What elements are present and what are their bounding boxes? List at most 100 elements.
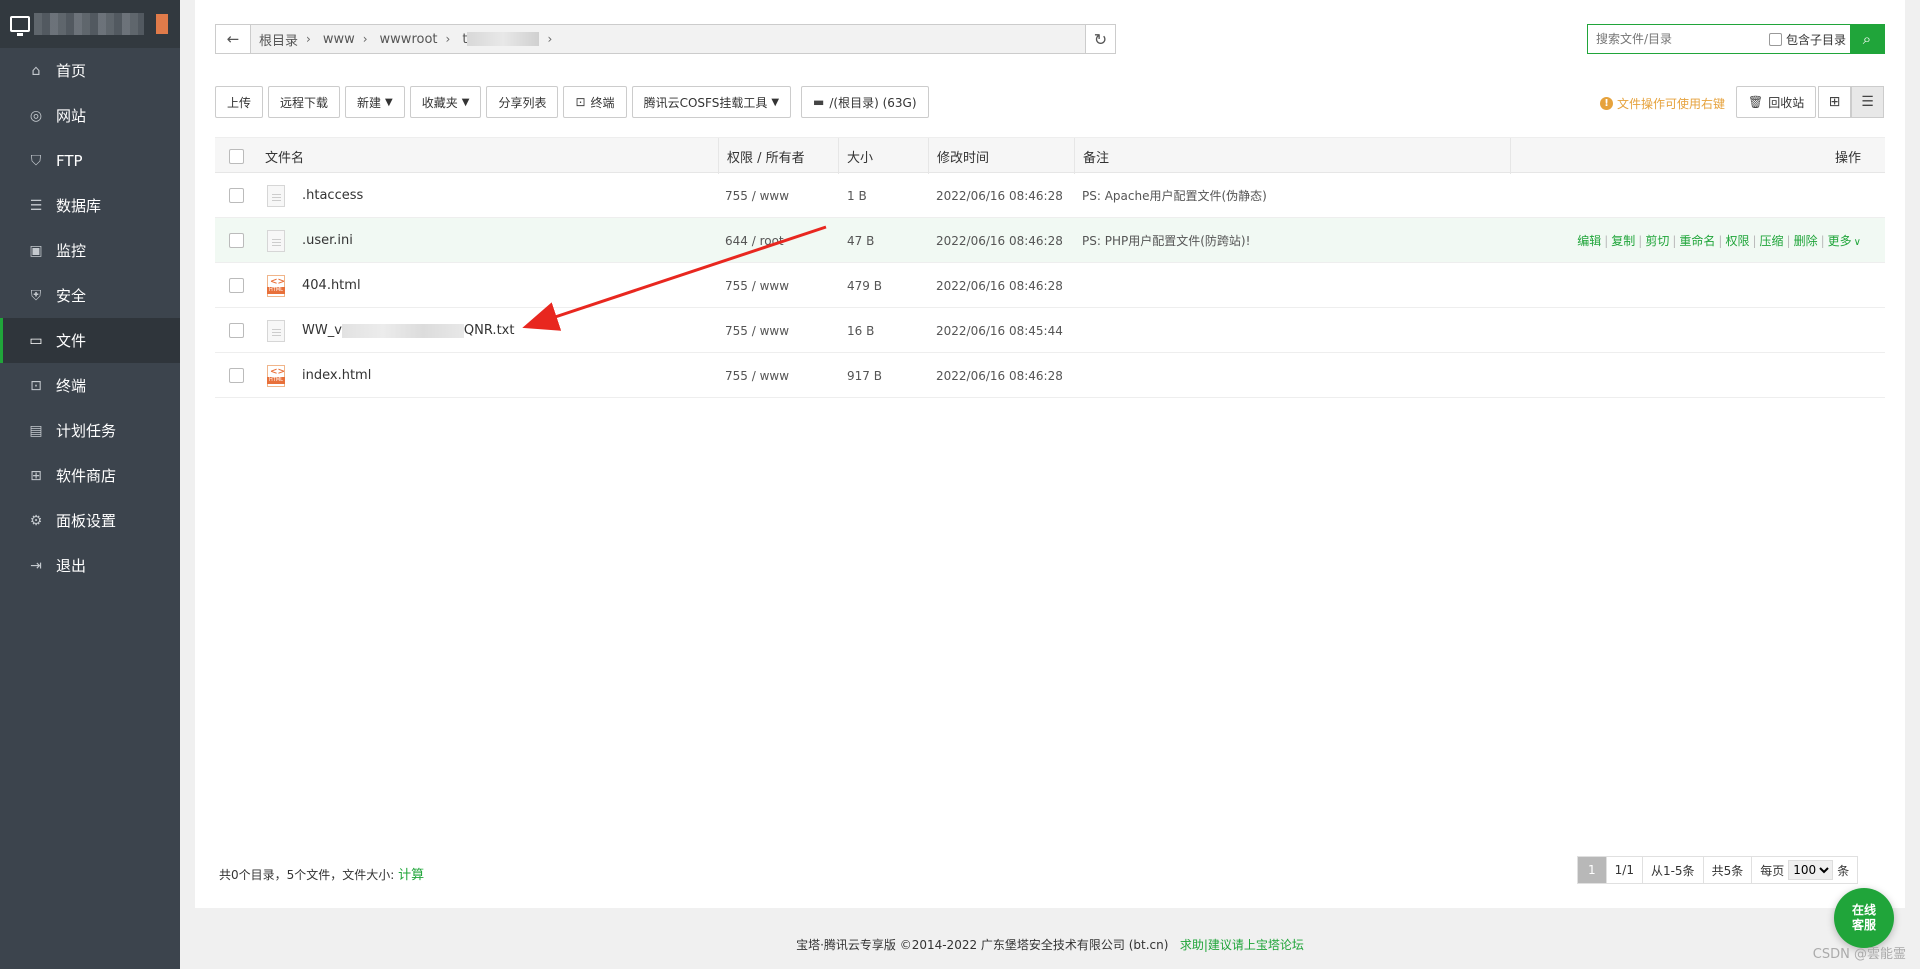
compress-link[interactable]: 压缩 [1760, 232, 1784, 249]
row-checkbox[interactable] [229, 278, 244, 293]
disk-button[interactable]: ▬/(根目录) (63G) [801, 86, 929, 118]
header-permission[interactable]: 权限 / 所有者 [718, 138, 805, 174]
disk-icon: ▬ [813, 95, 825, 109]
file-permission[interactable]: 755 / www [725, 308, 789, 353]
html-file-icon: <> HTML [267, 364, 285, 387]
row-checkbox[interactable] [229, 233, 244, 248]
edit-link[interactable]: 编辑 [1577, 232, 1601, 249]
file-permission[interactable]: 755 / www [725, 263, 789, 308]
file-size: 47 B [847, 233, 875, 248]
sidebar-item-ftp[interactable]: ⛉ FTP [0, 138, 180, 183]
file-permission[interactable]: 644 / root [725, 218, 784, 263]
grid-view-button[interactable]: ⊞ [1818, 86, 1851, 118]
forum-link[interactable]: 求助|建议请上宝塔论坛 [1180, 938, 1304, 952]
file-name[interactable]: index.html [302, 353, 371, 398]
file-name-redacted [341, 323, 464, 338]
row-checkbox[interactable] [229, 188, 244, 203]
file-remark[interactable]: PS: Apache用户配置文件(伪静态) [1082, 173, 1267, 218]
upload-button[interactable]: 上传 [215, 86, 264, 118]
path-bar: ← 根目录 › www › wwwroot › t › ↻ [215, 24, 1116, 54]
search-input[interactable] [1588, 25, 1769, 53]
refresh-button[interactable]: ↻ [1086, 24, 1116, 54]
sidebar-item-security[interactable]: ⛨ 安全 [0, 273, 180, 318]
sidebar-item-files[interactable]: ▭ 文件 [0, 318, 180, 363]
header-mtime[interactable]: 修改时间 [928, 138, 989, 174]
page-current[interactable]: 1 [1577, 856, 1607, 884]
file-manager-panel: ← 根目录› www› wwwroot› t› ↻ 包含子目录 ⌕ 上传 远程下… [195, 0, 1905, 908]
file-permission[interactable]: 755 / www [725, 173, 789, 218]
sidebar-item-terminal[interactable]: ⊡ 终端 [0, 363, 180, 408]
cosfs-dropdown[interactable]: 腾讯云COSFS挂载工具 ▼ [631, 86, 792, 118]
file-permission[interactable]: 755 / www [725, 353, 789, 398]
ftp-icon: ⛉ [30, 152, 42, 169]
rename-link[interactable]: 重命名 [1679, 232, 1715, 249]
html-file-icon: <> HTML [267, 274, 285, 297]
search-button[interactable]: ⌕ [1850, 25, 1884, 53]
sidebar-item-monitor[interactable]: ▣ 监控 [0, 228, 180, 273]
sidebar-item-settings[interactable]: ⚙ 面板设置 [0, 498, 180, 543]
page-footer: 宝塔·腾讯云专享版 ©2014-2022 广东堡塔安全技术有限公司 (bt.cn… [180, 908, 1920, 969]
file-size: 1 B [847, 188, 867, 203]
table-row[interactable]: .user.ini 644 / root 47 B 2022/06/16 08:… [215, 218, 1885, 263]
list-view-button[interactable]: ☰ [1851, 86, 1884, 118]
arrow-left-icon: ← [226, 30, 240, 48]
table-header: 文件名 权限 / 所有者 大小 修改时间 备注 操作 [215, 137, 1885, 174]
include-subdir-checkbox[interactable]: 包含子目录 [1768, 25, 1850, 53]
favorites-dropdown[interactable]: 收藏夹 ▼ [409, 86, 482, 118]
back-button[interactable]: ← [215, 24, 251, 54]
table-row[interactable]: WW_v QNR.txt 755 / www 16 B 2022/06/16 08… [215, 308, 1885, 353]
select-all-cell [229, 138, 244, 174]
new-dropdown[interactable]: 新建 ▼ [345, 86, 405, 118]
sidebar-item-home[interactable]: ⌂ 首页 [0, 48, 180, 93]
row-checkbox[interactable] [229, 368, 244, 383]
sidebar-item-cron[interactable]: ▤ 计划任务 [0, 408, 180, 453]
server-name-redacted [34, 13, 144, 35]
share-list-button[interactable]: 分享列表 [486, 86, 559, 118]
trash-icon: 🗑 [1748, 95, 1764, 109]
sidebar-item-store[interactable]: ⊞ 软件商店 [0, 453, 180, 498]
pagination: 1 1/1 从1-5条 共5条 每页 100 条 [1577, 856, 1859, 884]
select-all-checkbox[interactable] [229, 148, 244, 164]
sidebar-item-website[interactable]: ◎ 网站 [0, 93, 180, 138]
file-remark[interactable]: PS: PHP用户配置文件(防跨站)! [1082, 218, 1250, 263]
breadcrumb-item-root[interactable]: 根目录 [259, 30, 298, 49]
header-divider [1510, 138, 1511, 174]
header-size[interactable]: 大小 [838, 138, 873, 174]
search-box: 包含子目录 ⌕ [1587, 24, 1885, 54]
file-name[interactable]: WW_v QNR.txt [302, 308, 514, 353]
chevron-down-icon: ▼ [385, 96, 393, 108]
breadcrumb[interactable]: 根目录 › www › wwwroot › t › [251, 24, 1086, 54]
file-mtime: 2022/06/16 08:46:28 [936, 278, 1063, 293]
online-service-button[interactable]: 在线客服 [1834, 888, 1894, 948]
sidebar-item-database[interactable]: ☰ 数据库 [0, 183, 180, 228]
remote-download-button[interactable]: 远程下载 [268, 86, 341, 118]
file-name[interactable]: .htaccess [302, 173, 363, 218]
checkbox[interactable] [1768, 32, 1782, 46]
terminal-icon: ⊡ [30, 377, 42, 394]
sidebar-item-logout[interactable]: ⇥ 退出 [0, 543, 180, 588]
terminal-button[interactable]: ⊡ 终端 [563, 86, 627, 118]
chevron-right-icon: › [362, 32, 368, 46]
permission-link[interactable]: 权限 [1725, 232, 1749, 249]
file-name[interactable]: .user.ini [302, 218, 353, 263]
breadcrumb-item-wwwroot[interactable]: wwwroot [380, 32, 438, 47]
recycle-bin-button[interactable]: 🗑 回收站 [1736, 86, 1817, 118]
file-size: 917 B [847, 368, 882, 383]
refresh-icon: ↻ [1093, 29, 1108, 49]
cut-link[interactable]: 剪切 [1645, 232, 1669, 249]
header-name[interactable]: 文件名 [265, 138, 304, 174]
calculate-size-link[interactable]: 计算 [398, 868, 424, 883]
database-icon: ☰ [29, 197, 43, 214]
breadcrumb-item-www[interactable]: www [323, 32, 355, 47]
table-row[interactable]: .htaccess 755 / www 1 B 2022/06/16 08:46… [215, 173, 1885, 218]
more-dropdown[interactable]: 更多 ∨ [1828, 232, 1861, 249]
table-row[interactable]: <> HTML index.html 755 / www 917 B 2022/0… [215, 353, 1885, 398]
list-icon: ☰ [1861, 94, 1874, 110]
file-name[interactable]: 404.html [302, 263, 361, 308]
row-checkbox[interactable] [229, 323, 244, 338]
delete-link[interactable]: 删除 [1794, 232, 1818, 249]
table-row[interactable]: <> HTML 404.html 755 / www 479 B 2022/06/… [215, 263, 1885, 308]
page-count: 1/1 [1606, 856, 1643, 884]
copy-link[interactable]: 复制 [1611, 232, 1635, 249]
per-page-select[interactable]: 100 [1788, 860, 1834, 880]
